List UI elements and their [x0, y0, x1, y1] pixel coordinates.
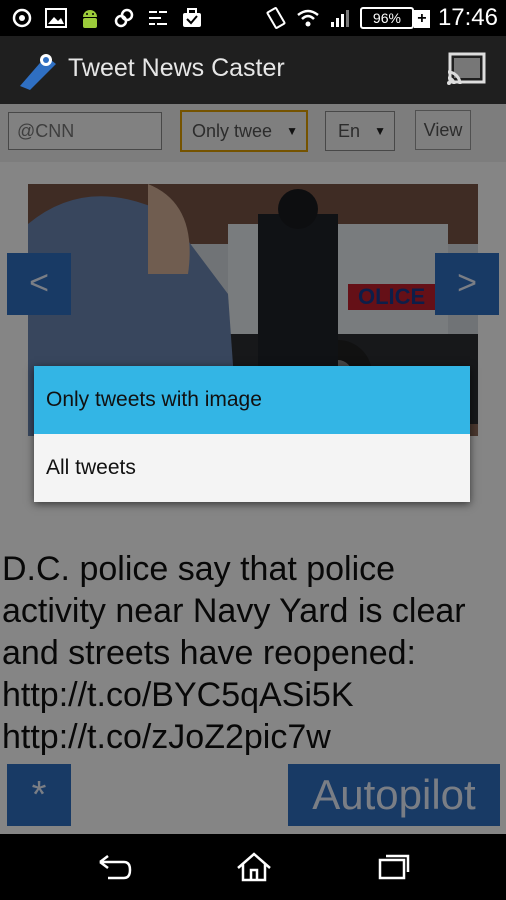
android-icon	[78, 6, 102, 30]
briefcase-icon	[180, 6, 204, 30]
system-icons: 96% + 17:46	[264, 4, 498, 32]
battery-level: 96%	[372, 10, 401, 26]
option-only-tweets-with-image[interactable]: Only tweets with image	[34, 366, 470, 434]
cast-icon[interactable]	[446, 52, 486, 86]
app-bar: Tweet News Caster	[0, 36, 506, 104]
filter-options-dialog: Only tweets with image All tweets	[34, 366, 470, 502]
clock: 17:46	[437, 4, 498, 31]
notification-icons	[10, 6, 204, 30]
recent-apps-icon[interactable]	[374, 850, 414, 884]
battery-charging-icon: 96% +	[359, 7, 430, 29]
navigation-bar	[0, 834, 506, 900]
back-icon[interactable]	[94, 850, 134, 884]
vibrate-icon	[264, 6, 288, 30]
settings-icon	[10, 6, 34, 30]
equalizer-icon	[146, 6, 170, 30]
charging-plus-icon: +	[413, 10, 430, 28]
option-all-tweets[interactable]: All tweets	[34, 434, 470, 502]
app-title: Tweet News Caster	[68, 54, 285, 82]
gallery-icon	[44, 6, 68, 30]
signal-icon	[328, 6, 352, 30]
home-icon[interactable]	[234, 850, 274, 884]
status-bar: 96% + 17:46	[0, 0, 506, 36]
link-icon	[112, 6, 136, 30]
app-logo-icon	[16, 50, 58, 92]
wifi-icon	[296, 6, 320, 30]
